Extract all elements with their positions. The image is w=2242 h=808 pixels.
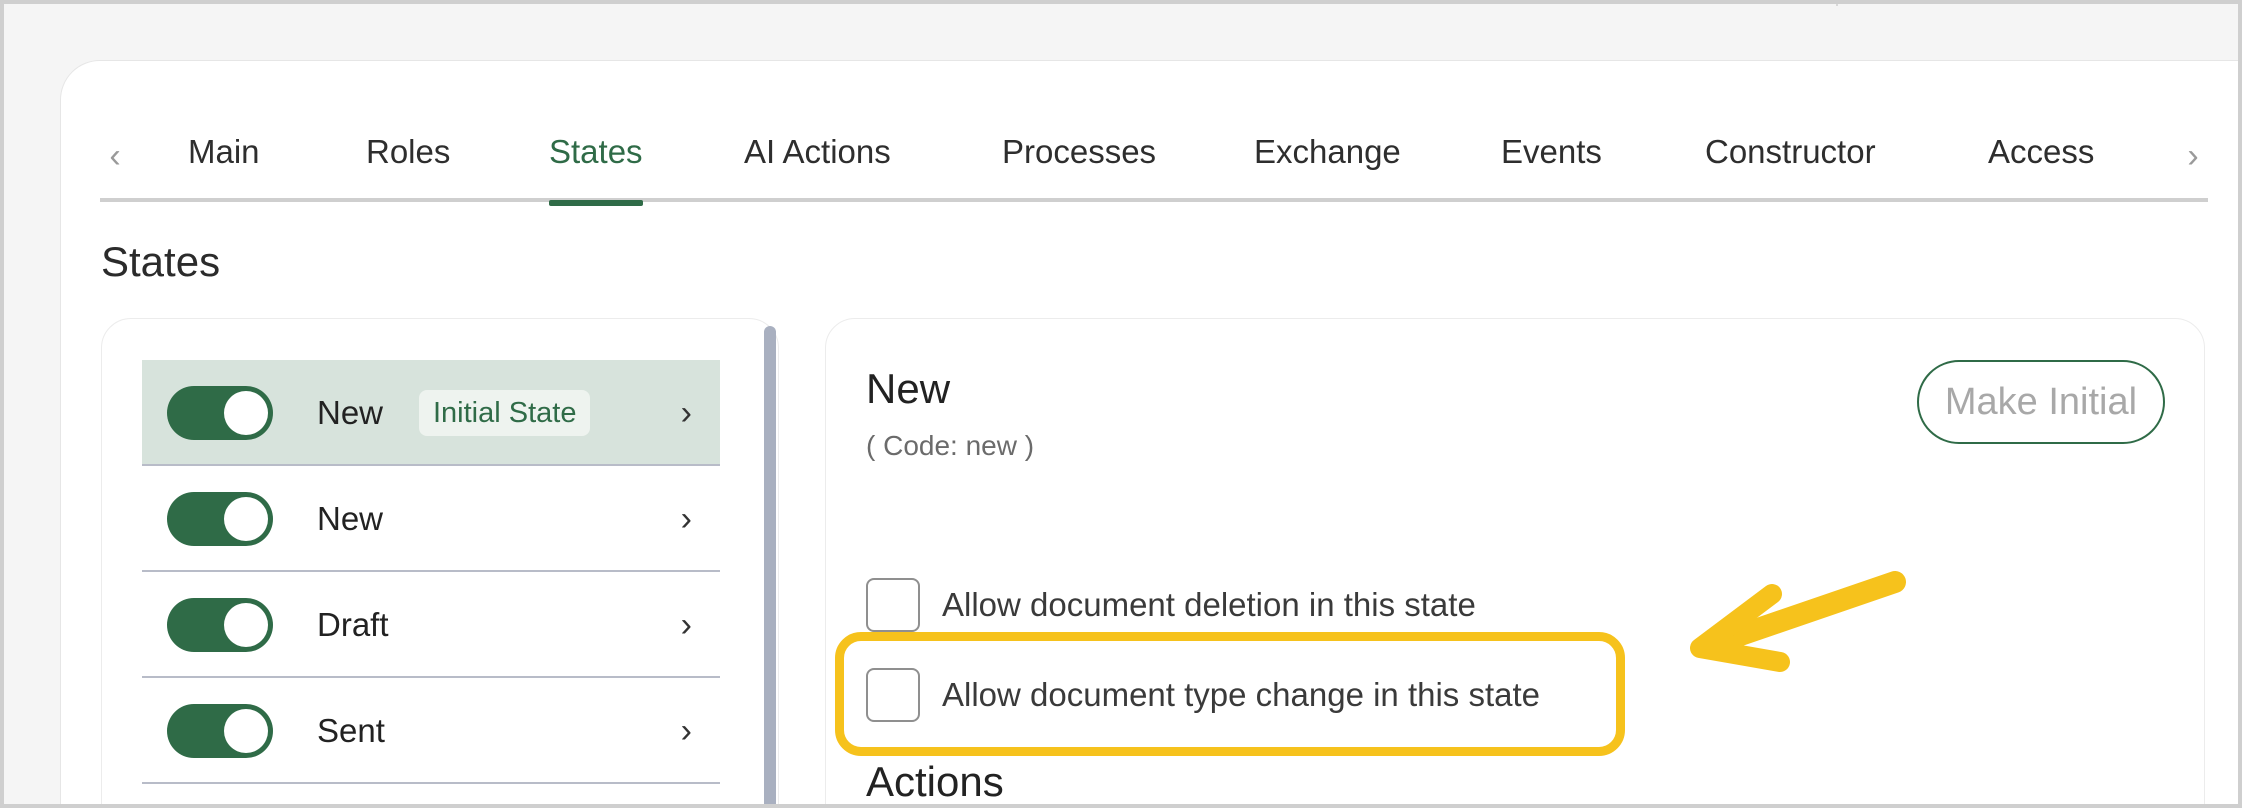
state-row-new[interactable]: New › bbox=[142, 466, 720, 572]
state-name: Draft bbox=[317, 606, 389, 643]
checkbox-label: Allow document type change in this state bbox=[942, 676, 1541, 713]
toggle-knob bbox=[224, 709, 268, 753]
state-enabled-toggle[interactable] bbox=[167, 598, 273, 652]
actions-section-title: Actions bbox=[866, 758, 1004, 805]
toggle-knob bbox=[224, 391, 268, 435]
tab-constructor[interactable]: Constructor bbox=[1705, 122, 1876, 202]
state-row-sent[interactable]: Sent › bbox=[142, 678, 720, 784]
chevron-right-icon[interactable]: › bbox=[2178, 136, 2208, 176]
tab-ai-actions[interactable]: AI Actions bbox=[744, 122, 891, 202]
toggle-knob bbox=[224, 603, 268, 647]
chevron-right-icon: › bbox=[680, 394, 692, 432]
divider bbox=[1836, 0, 1838, 6]
state-row-draft[interactable]: Draft › bbox=[142, 572, 720, 678]
state-enabled-toggle[interactable] bbox=[167, 492, 273, 546]
toggle-knob bbox=[224, 497, 268, 541]
section-title: States bbox=[101, 238, 221, 285]
state-enabled-toggle[interactable] bbox=[167, 386, 273, 440]
allow-type-change-checkbox[interactable] bbox=[866, 668, 920, 722]
state-detail-title: New bbox=[866, 365, 951, 412]
annotation-arrow-icon bbox=[1690, 571, 1906, 672]
state-name: New bbox=[317, 394, 384, 431]
tab-access[interactable]: Access bbox=[1988, 122, 2094, 202]
checkbox-label: Allow document deletion in this state bbox=[942, 586, 1476, 623]
allow-deletion-checkbox[interactable] bbox=[866, 578, 920, 632]
chevron-left-icon[interactable]: ‹ bbox=[100, 136, 130, 176]
chevron-right-icon: › bbox=[680, 500, 692, 538]
tab-roles[interactable]: Roles bbox=[366, 122, 450, 202]
allow-deletion-option[interactable]: Allow document deletion in this state bbox=[866, 578, 1476, 632]
tab-bar: ‹ Main Roles States AI Actions Processes… bbox=[100, 122, 2208, 206]
state-code: ( Code: new ) bbox=[866, 430, 1035, 461]
state-enabled-toggle[interactable] bbox=[167, 704, 273, 758]
state-row-new-initial[interactable]: New Initial State › bbox=[142, 360, 720, 466]
tab-main[interactable]: Main bbox=[188, 122, 260, 202]
chevron-right-icon: › bbox=[680, 712, 692, 750]
tab-processes[interactable]: Processes bbox=[1002, 122, 1156, 202]
tab-states[interactable]: States bbox=[549, 122, 643, 206]
tab-exchange[interactable]: Exchange bbox=[1254, 122, 1401, 202]
tab-events[interactable]: Events bbox=[1501, 122, 1602, 202]
state-name: New bbox=[317, 500, 384, 537]
chevron-right-icon: › bbox=[680, 606, 692, 644]
state-name: Sent bbox=[317, 712, 385, 749]
initial-state-badge: Initial State bbox=[419, 390, 591, 436]
make-initial-button[interactable]: Make Initial bbox=[1917, 360, 2165, 444]
list-scrollbar[interactable] bbox=[764, 326, 776, 808]
allow-type-change-option[interactable]: Allow document type change in this state bbox=[866, 668, 1540, 722]
